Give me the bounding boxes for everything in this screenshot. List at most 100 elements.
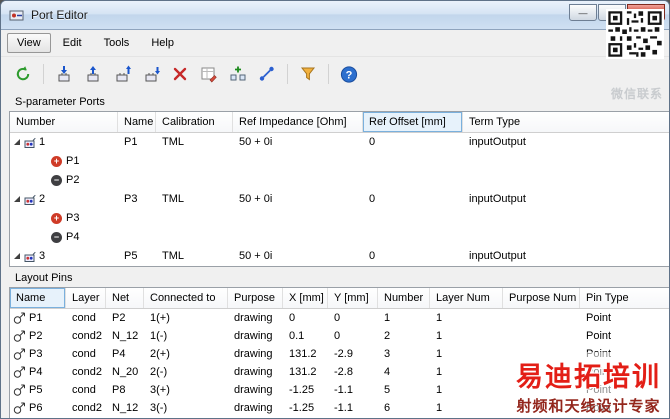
cell-x: 131.2 xyxy=(289,366,317,378)
layout-pin-row[interactable]: P1 cond P2 1(+) drawing 0 0 1 1 Point xyxy=(10,309,669,327)
minimize-button[interactable]: — xyxy=(569,4,597,21)
sparam-table-header: Number Name Calibration Ref Impedance [O… xyxy=(10,112,669,133)
pin-label: P4 xyxy=(66,231,80,243)
cell-name: P1 xyxy=(10,309,66,327)
cell-ref-impedance: 50 + 0i xyxy=(239,250,273,262)
add-ports-icon[interactable] xyxy=(226,62,250,86)
edit-ports-table-icon[interactable] xyxy=(197,62,221,86)
cell-y: 0 xyxy=(334,312,341,324)
cell-calibration: TML xyxy=(162,193,184,205)
cell-pin-number: 5 xyxy=(384,384,391,396)
pin-minus-icon: − xyxy=(51,232,62,243)
column-header-connected-to[interactable]: Connected to xyxy=(144,288,228,308)
expander-icon[interactable] xyxy=(14,252,20,259)
cell-purpose: drawing xyxy=(234,312,273,324)
port-import-icon[interactable] xyxy=(52,62,76,86)
cell-ref-offset: 0 xyxy=(369,250,376,262)
column-header-name[interactable]: Name xyxy=(118,112,156,132)
menu-item-help[interactable]: Help xyxy=(141,33,184,53)
layout-pin-icon xyxy=(13,348,26,361)
cell-empty xyxy=(463,152,669,171)
cell-name: P5 xyxy=(124,250,138,262)
cell-layer-num: 1 xyxy=(436,330,443,342)
cell-term-type: inputOutput xyxy=(469,136,526,148)
port-pin-row[interactable]: + P1 xyxy=(10,152,669,171)
column-header-net[interactable]: Net xyxy=(106,288,144,308)
menu-item-tools[interactable]: Tools xyxy=(94,33,140,53)
toolbar-separator xyxy=(43,64,44,84)
cell-layer-num: 1 xyxy=(436,348,443,360)
title-bar[interactable]: Port Editor — □ × xyxy=(1,1,669,30)
cell-x: -1.25 xyxy=(289,402,315,414)
sparam-port-row[interactable]: 1 P1 TML 50 + 0i 0 inputOutput xyxy=(10,133,669,152)
cell-term-type: inputOutput xyxy=(469,193,526,205)
cell-layer: cond2 xyxy=(72,366,102,378)
cell-pin-number: 3 xyxy=(384,348,391,360)
menu-item-edit[interactable]: Edit xyxy=(53,33,92,53)
menu-item-view[interactable]: View xyxy=(7,33,51,53)
pin-name-label: P2 xyxy=(29,330,43,342)
cell-empty xyxy=(233,209,363,228)
sparam-section-label: S-parameter Ports xyxy=(15,96,105,108)
filter-icon[interactable] xyxy=(296,62,320,86)
sparam-table-body: 1 P1 TML 50 + 0i 0 inputOutput + P1− P2 2 P3 TML 50 … xyxy=(10,133,669,266)
expander-icon[interactable] xyxy=(14,195,20,202)
cell-purpose: drawing xyxy=(234,330,273,342)
cell-empty xyxy=(463,171,669,190)
sparam-port-row[interactable]: 2 P3 TML 50 + 0i 0 inputOutput xyxy=(10,190,669,209)
cell-pin-type: Point xyxy=(586,330,612,342)
expander-icon[interactable] xyxy=(14,138,20,145)
column-header-term-type[interactable]: Term Type xyxy=(463,112,669,132)
cell-x: 0.1 xyxy=(289,330,305,342)
column-header-purpose-num[interactable]: Purpose Num xyxy=(503,288,580,308)
port-pin-row[interactable]: − P4 xyxy=(10,228,669,247)
connect-pins-icon[interactable] xyxy=(255,62,279,86)
watermark-brand: 易迪拓培训 xyxy=(516,362,661,392)
cell-y: 0 xyxy=(334,330,341,342)
cell-y: -1.1 xyxy=(334,384,353,396)
cell-empty xyxy=(363,152,463,171)
port-move-down-icon[interactable] xyxy=(139,62,163,86)
cell-layer-num: 1 xyxy=(436,312,443,324)
pin-minus-icon: − xyxy=(51,175,62,186)
port-move-up-icon[interactable] xyxy=(110,62,134,86)
cell-purpose-num xyxy=(503,327,580,345)
column-header-layer[interactable]: Layer xyxy=(66,288,106,308)
column-header-purpose[interactable]: Purpose xyxy=(228,288,283,308)
cell-purpose: drawing xyxy=(234,348,273,360)
column-header-pin-number[interactable]: Number xyxy=(378,288,430,308)
cell-net: P8 xyxy=(112,384,126,396)
refresh-icon[interactable] xyxy=(11,62,35,86)
delete-port-icon[interactable] xyxy=(168,62,192,86)
layout-pin-row[interactable]: P2 cond2 N_12 1(-) drawing 0.1 0 2 1 Point xyxy=(10,327,669,345)
pin-name-label: P6 xyxy=(29,402,43,414)
column-header-x[interactable]: X [mm] xyxy=(283,288,328,308)
column-header-number[interactable]: Number xyxy=(10,112,118,132)
cell-empty xyxy=(118,228,156,247)
port-number-label: 2 xyxy=(39,193,46,205)
cell-net: N_12 xyxy=(112,402,139,414)
port-export-icon[interactable] xyxy=(81,62,105,86)
watermark-wechat-label: 微信联系 xyxy=(610,87,663,101)
cell-pin: + P3 xyxy=(10,209,118,228)
column-header-y[interactable]: Y [mm] xyxy=(328,288,378,308)
help-icon[interactable]: ? xyxy=(337,62,361,86)
sparam-port-row[interactable]: 3 P5 TML 50 + 0i 0 inputOutput xyxy=(10,247,669,266)
pin-plus-icon: + xyxy=(51,213,62,224)
cell-pin-number: 4 xyxy=(384,366,391,378)
column-header-pin-type[interactable]: Pin Type xyxy=(580,288,669,308)
column-header-layer-num[interactable]: Layer Num xyxy=(430,288,503,308)
column-header-ref-impedance[interactable]: Ref Impedance [Ohm] xyxy=(233,112,363,132)
cell-connected-to: 3(-) xyxy=(150,402,168,414)
cell-layer: cond xyxy=(72,384,96,396)
column-header-pin-name[interactable]: Name xyxy=(10,288,66,308)
column-header-ref-offset[interactable]: Ref Offset [mm] xyxy=(363,112,463,132)
cell-net: P2 xyxy=(112,312,126,324)
pin-name-label: P5 xyxy=(29,384,43,396)
cell-empty xyxy=(156,228,233,247)
cell-calibration: TML xyxy=(162,136,184,148)
port-pin-row[interactable]: − P2 xyxy=(10,171,669,190)
port-pin-row[interactable]: + P3 xyxy=(10,209,669,228)
column-header-calibration[interactable]: Calibration xyxy=(156,112,233,132)
port-editor-window: Port Editor — □ × ViewEditToolsHelp ? S-… xyxy=(0,0,670,419)
